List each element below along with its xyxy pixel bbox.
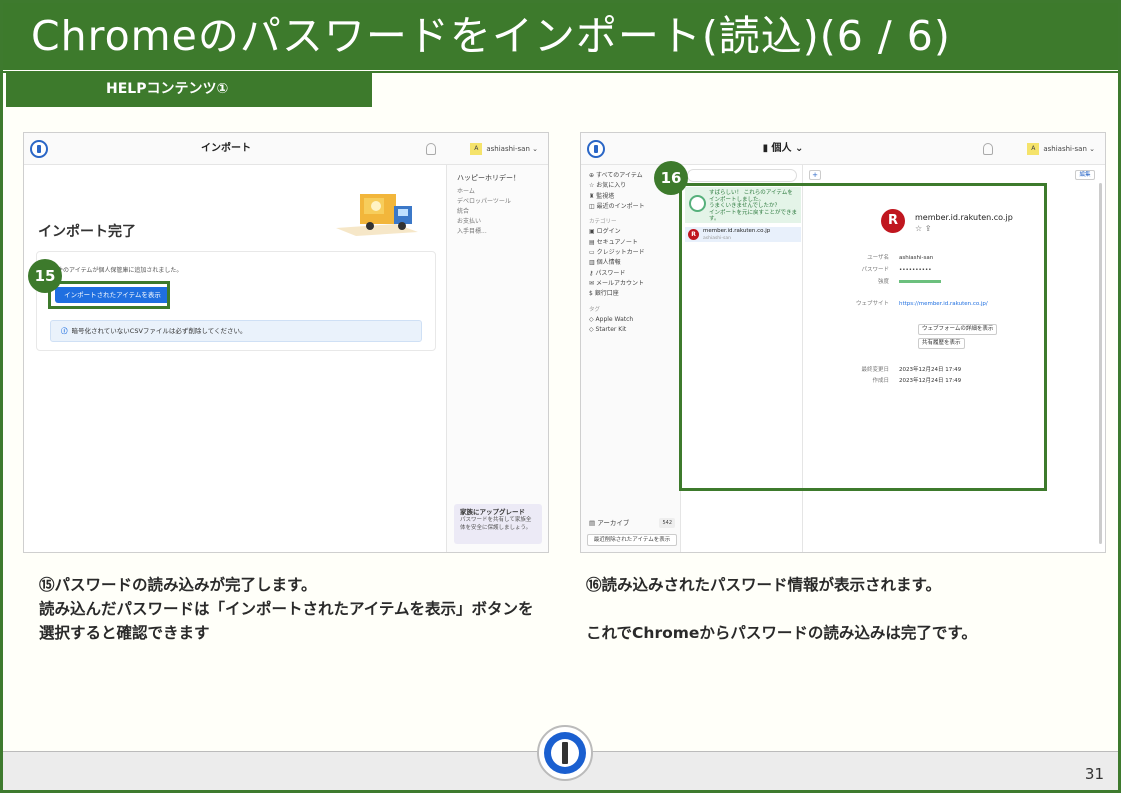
edit-button[interactable]: 編集 [1075, 170, 1095, 180]
panel-item[interactable]: お支払い [457, 217, 538, 227]
csv-delete-text: 暗号化されていないCSVファイルは必ず削除してください。 [71, 327, 247, 335]
user-name: ashiashi-san [486, 145, 530, 153]
highlight-box [48, 281, 170, 309]
step-badge-16: 16 [654, 161, 688, 195]
sidebar-item-recent-import[interactable]: ◫ 最近のインポート [589, 202, 672, 212]
panel-item[interactable]: 入手目標... [457, 227, 538, 237]
import-complete-screenshot: インポート Aashiashi-san ⌄ インポート完了 件のアイテムが個人保… [23, 132, 549, 553]
bell-icon[interactable] [426, 143, 436, 155]
page-number: 31 [1084, 765, 1104, 783]
sidebar-item-category[interactable]: ▣ ログイン [589, 227, 672, 237]
items-added-message: 件のアイテムが個人保管庫に追加されました。 [57, 267, 183, 274]
sidebar-item-archive[interactable]: ▤ 542 アーカイブ [589, 517, 675, 528]
sidebar-item-category[interactable]: ▤ セキュアノート [589, 238, 672, 248]
categories-label: カテゴリー [589, 219, 617, 226]
archive-count: 542 [659, 517, 675, 528]
upgrade-text: パスワードを共有して家族全体を安全に保護しましょう。 [460, 517, 532, 531]
scrollbar[interactable] [1099, 183, 1102, 544]
show-deleted-button[interactable]: 最近削除されたアイテムを表示 [587, 534, 677, 546]
caption-left-line2: 読み込んだパスワードは「インポートされたアイテムを表示」ボタンを選択すると確認で… [39, 600, 534, 642]
panel-item[interactable]: 統合 [457, 207, 538, 217]
slide: Chromeのパスワードをインポート(読込)(6 / 6) HELPコンテンツ①… [0, 0, 1121, 793]
panel-item[interactable]: ホーム [457, 187, 538, 197]
caption-right: ⑯読み込みされたパスワード情報が表示されます。 これでChromeからパスワード… [586, 573, 1106, 645]
user-menu[interactable]: Aashiashi-san ⌄ [470, 140, 538, 158]
vault-selector[interactable]: ▮ 個人 ⌄ [581, 133, 985, 165]
user-name: ashiashi-san [1043, 145, 1087, 153]
sidebar-item-tag[interactable]: ◇ Starter Kit [589, 325, 672, 335]
highlight-box [679, 183, 1047, 491]
right-panel: ハッピーホリデー！ ホーム デベロッパーツール 統合 お支払い 入手目標... … [446, 165, 548, 552]
section-tab: HELPコンテンツ① [6, 71, 372, 107]
holiday-heading: ハッピーホリデー！ [457, 174, 520, 182]
upgrade-title: 家族にアップグレード [460, 508, 525, 516]
window-title: インポート [201, 143, 251, 154]
sidebar-item-category[interactable]: ▥ 個人情報 [589, 258, 672, 268]
delivery-truck-illustration [336, 194, 418, 236]
caption-left-line1: ⑮パスワードの読み込みが完了します。 [39, 576, 317, 594]
page-title: Chromeのパスワードをインポート(読込)(6 / 6) [31, 12, 951, 60]
search-input[interactable] [687, 169, 797, 182]
sidebar-item-tag[interactable]: ◇ Apple Watch [589, 315, 672, 325]
sidebar-item-category[interactable]: ▭ クレジットカード [589, 248, 672, 258]
add-button[interactable]: + [809, 170, 821, 180]
sidebar-item-category[interactable]: ✉ メールアカウント [589, 279, 672, 289]
imported-items-screenshot: ▮ 個人 ⌄ Aashiashi-san ⌄ ⊕ すべてのアイテム ☆ お気に入… [580, 132, 1106, 553]
vault-label: 個人 [771, 143, 792, 154]
caption-left: ⑮パスワードの読み込みが完了します。 読み込んだパスワードは「インポートされたア… [39, 573, 544, 645]
caption-right-line1: ⑯読み込みされたパスワード情報が表示されます。 [586, 576, 941, 594]
app-topbar: ▮ 個人 ⌄ Aashiashi-san ⌄ [581, 133, 1105, 165]
1password-footer-logo-icon [537, 725, 593, 781]
import-complete-heading: インポート完了 [38, 224, 136, 240]
avatar: A [470, 143, 483, 155]
app-topbar: インポート Aashiashi-san ⌄ [24, 133, 548, 165]
sidebar: ⊕ すべてのアイテム ☆ お気に入り ♜ 監視塔 ◫ 最近のインポート カテゴリ… [581, 165, 681, 552]
csv-delete-notice: ⓘ 暗号化されていないCSVファイルは必ず削除してください。 [50, 320, 422, 342]
title-bar: Chromeのパスワードをインポート(読込)(6 / 6) [3, 3, 1118, 70]
info-icon: ⓘ [61, 327, 68, 335]
avatar: A [1027, 143, 1040, 155]
sidebar-item-category[interactable]: ⚷ パスワード [589, 269, 672, 279]
sidebar-item-category[interactable]: $ 銀行口座 [589, 289, 672, 299]
panel-item[interactable]: デベロッパーツール [457, 197, 538, 207]
tags-label: タグ [589, 306, 601, 313]
user-menu[interactable]: Aashiashi-san ⌄ [1027, 140, 1095, 158]
caption-right-line2: これでChromeからパスワードの読み込みは完了です。 [586, 624, 977, 642]
step-badge-15: 15 [28, 259, 62, 293]
upgrade-card[interactable]: 家族にアップグレード パスワードを共有して家族全体を安全に保護しましょう。 [454, 504, 542, 544]
sidebar-item-watchtower[interactable]: ♜ 監視塔 [589, 192, 672, 202]
bell-icon[interactable] [983, 143, 993, 155]
